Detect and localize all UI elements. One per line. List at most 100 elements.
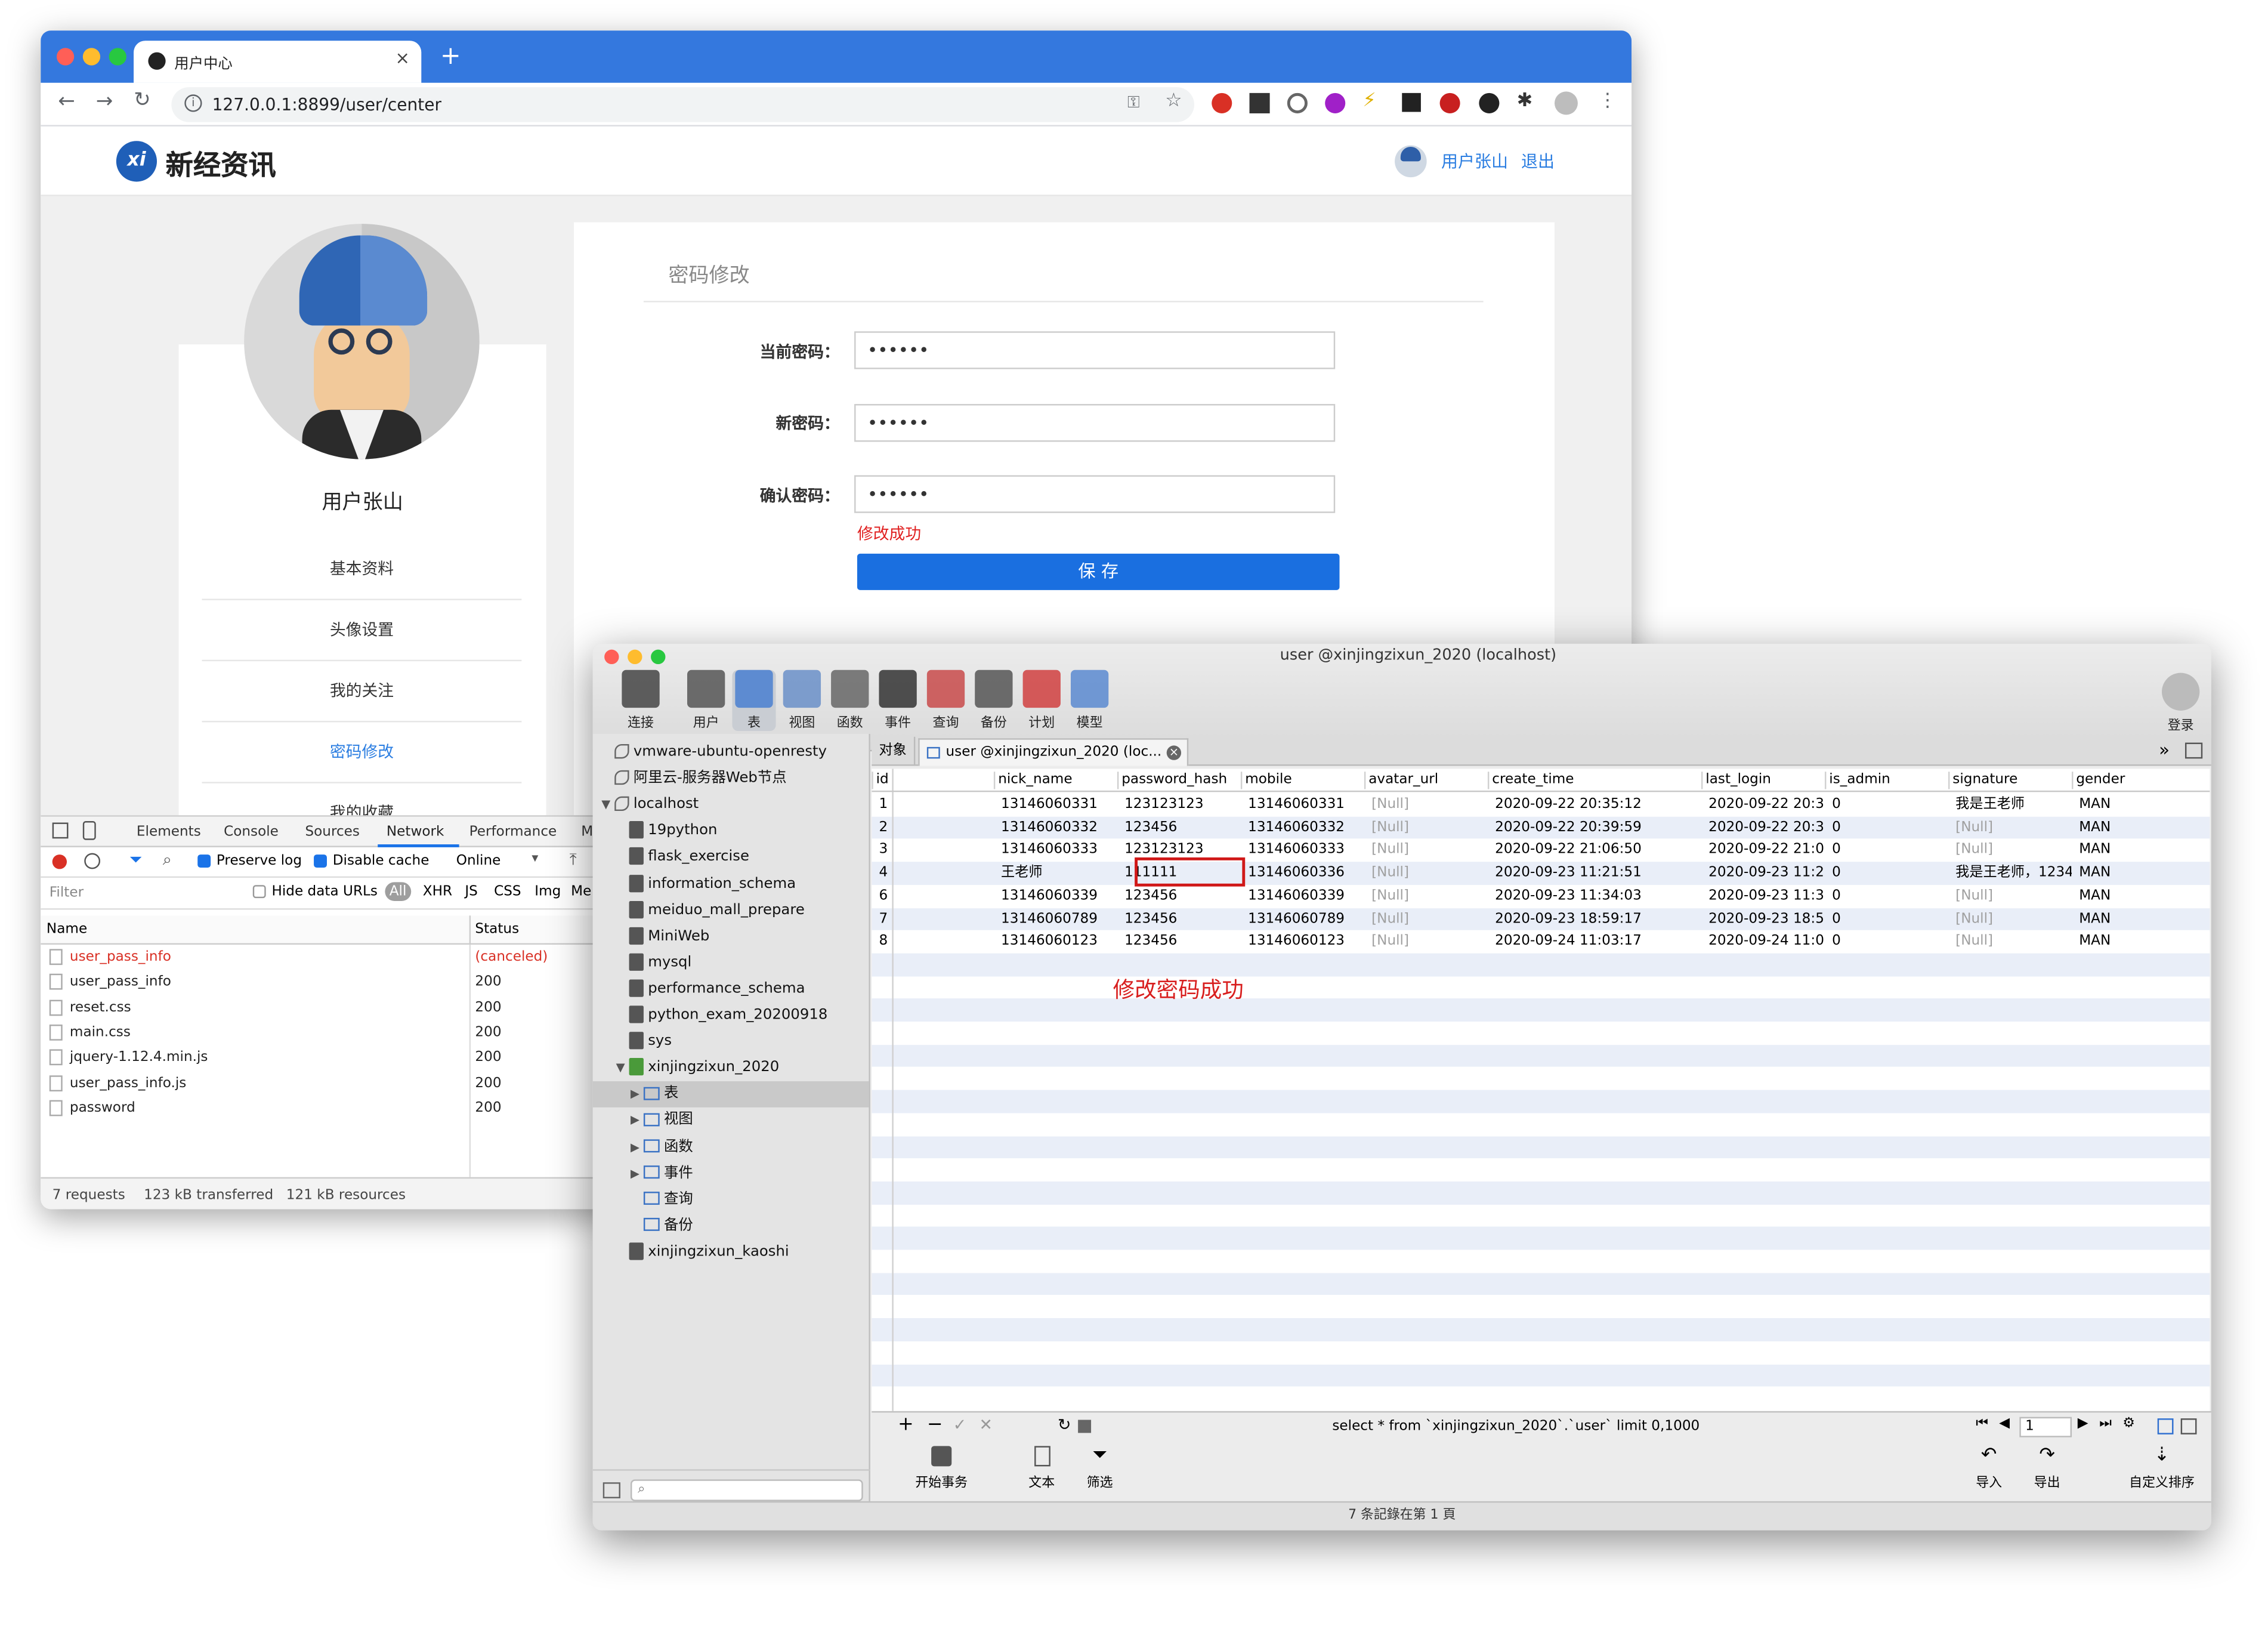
globe-extension-icon[interactable]: [1287, 92, 1308, 113]
table-cell[interactable]: [Null]: [1371, 930, 1488, 954]
tree-item[interactable]: vmware-ubuntu-openresty: [593, 740, 869, 766]
first-page-icon[interactable]: ⏮: [1976, 1415, 1988, 1431]
user-table-tab[interactable]: user @xinjingzixun_2020 (loc... ×: [918, 738, 1189, 766]
tree-item[interactable]: ▶ 表: [592, 1081, 869, 1108]
logout-link[interactable]: 退出: [1521, 150, 1555, 173]
table-cell[interactable]: [Null]: [1955, 885, 2072, 908]
tree-item[interactable]: 19python: [593, 819, 869, 845]
table-row[interactable]: 4 王老师 111111 13146060336 [Null] 2020-09-23 11…: [872, 862, 2210, 885]
table-cell[interactable]: 123456: [1124, 885, 1241, 908]
forward-arrow-icon[interactable]: →: [96, 90, 113, 113]
toolbar-user-button[interactable]: 用户: [684, 670, 728, 731]
tree-item[interactable]: sys: [593, 1029, 869, 1056]
table-cell[interactable]: [Null]: [1371, 885, 1488, 908]
filter-funnel-icon[interactable]: ⏷: [129, 850, 142, 871]
purple-extension-icon[interactable]: [1325, 92, 1346, 113]
close-window-dot[interactable]: [56, 48, 75, 66]
c-extension-icon[interactable]: [1479, 92, 1500, 113]
table-row[interactable]: 3 13146060333 123123123 13146060333 [Null] 20…: [872, 839, 2210, 862]
current-password-input[interactable]: ••••••: [854, 331, 1336, 369]
text-view-button[interactable]: 文本: [1020, 1446, 1064, 1491]
toolbar-backup-button[interactable]: 备份: [972, 670, 1015, 731]
stop-icon[interactable]: [1078, 1420, 1092, 1433]
devtools-tab-more[interactable]: M: [581, 824, 593, 840]
chevron-down-icon[interactable]: ▾: [532, 851, 538, 866]
back-arrow-icon[interactable]: ←: [58, 90, 75, 113]
prev-page-icon[interactable]: ◀: [1999, 1415, 2010, 1431]
table-cell[interactable]: MAN: [2079, 930, 2210, 954]
navicat-close-dot[interactable]: [604, 649, 619, 665]
collapse-arrow-icon[interactable]: ▶: [631, 1134, 644, 1161]
login-avatar-icon[interactable]: [2162, 672, 2200, 711]
login-label[interactable]: 登录: [2168, 715, 2194, 734]
menu-my-follows[interactable]: 我的关注: [202, 661, 522, 723]
table-cell[interactable]: 我是王老师: [1955, 794, 2072, 817]
table-cell[interactable]: 0: [1832, 862, 1948, 885]
devtools-tab-elements[interactable]: Elements: [137, 824, 201, 840]
col-name-header[interactable]: Name: [47, 921, 87, 937]
tree-item[interactable]: 备份: [593, 1213, 869, 1239]
x-extension-icon[interactable]: [1402, 92, 1421, 112]
expand-arrow-icon[interactable]: ▼: [601, 792, 614, 819]
tree-item[interactable]: performance_schema: [593, 976, 869, 1002]
toolbar-event-button[interactable]: 事件: [876, 670, 920, 731]
table-cell[interactable]: 123456: [1124, 816, 1241, 840]
tree-item[interactable]: xinjingzixun_kaoshi: [593, 1239, 869, 1266]
table-row[interactable]: 1 13146060331 123123123 13146060331 [Null] 20…: [872, 794, 2210, 817]
request-row[interactable]: password 200: [41, 1096, 592, 1120]
table-cell[interactable]: [Null]: [1955, 908, 2072, 931]
preserve-log-checkbox[interactable]: Preserve log: [197, 853, 302, 869]
type-filter-js[interactable]: JS: [465, 884, 478, 900]
request-row[interactable]: user_pass_info.js 200: [41, 1070, 592, 1095]
type-filter-img[interactable]: Img: [534, 884, 561, 900]
type-filter-media[interactable]: Me: [571, 884, 591, 900]
table-cell[interactable]: MAN: [2079, 862, 2210, 885]
table-cell[interactable]: [Null]: [1371, 816, 1488, 840]
import-har-icon[interactable]: ⤒: [570, 850, 577, 871]
table-cell[interactable]: 13146060789: [1248, 908, 1364, 931]
confirm-password-input[interactable]: ••••••: [854, 475, 1336, 513]
reload-icon[interactable]: ↻: [134, 89, 151, 112]
table-cell[interactable]: 2020-09-24 11:0: [1708, 930, 1825, 954]
column-header[interactable]: id: [876, 769, 889, 792]
tree-item[interactable]: ▼ localhost: [593, 792, 869, 819]
clear-icon[interactable]: [84, 853, 101, 869]
table-cell[interactable]: 0: [1832, 839, 1948, 862]
navicat-minimize-dot[interactable]: [628, 649, 642, 665]
save-button[interactable]: 保 存: [857, 553, 1340, 590]
devtools-tab-console[interactable]: Console: [224, 824, 279, 840]
table-cell[interactable]: 13146060336: [1248, 862, 1364, 885]
table-cell[interactable]: 1: [879, 794, 993, 817]
new-password-input[interactable]: ••••••: [854, 404, 1336, 442]
refresh-icon[interactable]: ↻: [1058, 1415, 1071, 1434]
sidebar-toggle-icon[interactable]: [602, 1482, 620, 1499]
toolbar-function-button[interactable]: 函数: [828, 670, 872, 731]
bookmark-star-icon[interactable]: ☆: [1165, 90, 1182, 112]
settings-gear-icon[interactable]: ⚙: [2122, 1415, 2135, 1431]
toolbar-table-button[interactable]: 表: [732, 670, 776, 732]
site-info-icon[interactable]: i: [184, 94, 202, 112]
table-cell[interactable]: 2020-09-23 11:2: [1708, 862, 1825, 885]
table-cell[interactable]: 8: [879, 930, 993, 954]
table-row[interactable]: 2 13146060332 123456 13146060332 [Null] 2020-…: [872, 816, 2210, 840]
grid-view-icon[interactable]: [2157, 1418, 2174, 1434]
toolbar-model-button[interactable]: 模型: [1068, 670, 1111, 731]
table-cell[interactable]: MAN: [2079, 816, 2210, 840]
column-header[interactable]: mobile: [1245, 769, 1292, 792]
toolbar-connection-button[interactable]: 连接: [619, 670, 663, 731]
new-tab-icon[interactable]: +: [440, 42, 461, 72]
table-cell[interactable]: 123456: [1124, 908, 1241, 931]
request-row[interactable]: main.css 200: [41, 1020, 592, 1044]
tree-item[interactable]: ▼ xinjingzixun_2020: [593, 1056, 869, 1082]
table-cell[interactable]: 我是王老师，1234: [1955, 862, 2072, 885]
qr-extension-icon[interactable]: [1249, 92, 1270, 113]
close-tab-icon[interactable]: ×: [1166, 745, 1182, 760]
table-cell[interactable]: 123123123: [1124, 794, 1241, 817]
table-cell[interactable]: 2020-09-23 11:34:03: [1495, 885, 1701, 908]
table-cell[interactable]: 2020-09-22 20:39:59: [1495, 816, 1701, 840]
logo-icon[interactable]: xi: [116, 141, 157, 182]
throttle-select[interactable]: Online: [456, 853, 501, 869]
tree-item[interactable]: flask_exercise: [593, 845, 869, 871]
url-text[interactable]: 127.0.0.1:8899/user/center: [212, 94, 441, 115]
import-button[interactable]: ↶ 导入: [1967, 1445, 2011, 1491]
